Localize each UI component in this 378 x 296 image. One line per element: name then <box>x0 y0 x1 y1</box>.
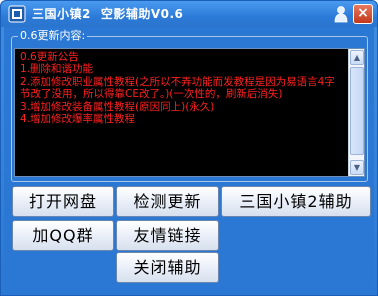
vertical-scrollbar[interactable]: ▲ ▼ <box>348 49 364 176</box>
app-subtitle: 空影辅助V0.6 <box>100 7 184 21</box>
join-qq-group-button[interactable]: 加QQ群 <box>12 220 114 251</box>
changelog-text: 0.6更新公告 1.删除和谐功能 2.添加修改职业属性教程(之所以不弄功能而发教… <box>20 51 335 126</box>
check-update-button[interactable]: 检测更新 <box>116 186 219 217</box>
client-area: 0.6更新内容: 0.6更新公告 1.删除和谐功能 2.添加修改职业属性教程(之… <box>4 27 374 294</box>
figure-icon[interactable] <box>333 5 349 23</box>
close-helper-button[interactable]: 关闭辅助 <box>116 252 219 283</box>
open-netdisk-button[interactable]: 打开网盘 <box>12 186 114 217</box>
close-button[interactable]: × <box>353 4 373 24</box>
changelog-textbox[interactable]: 0.6更新公告 1.删除和谐功能 2.添加修改职业属性教程(之所以不弄功能而发教… <box>14 48 365 177</box>
group-legend: 0.6更新内容: <box>20 29 86 42</box>
app-name: 三国小镇2 <box>32 7 91 21</box>
scroll-up-icon[interactable]: ▲ <box>350 50 364 65</box>
game-helper-button[interactable]: 三国小镇2辅助 <box>221 186 371 217</box>
friend-links-button[interactable]: 友情链接 <box>116 220 219 251</box>
title-bar[interactable]: 三国小镇2 空影辅助V0.6 × <box>1 1 377 27</box>
scroll-down-icon[interactable]: ▼ <box>350 160 364 175</box>
scroll-thumb[interactable] <box>350 67 364 155</box>
helper-window: 三国小镇2 空影辅助V0.6 × 0.6更新内容: 0.6更新公告 1.删除和谐功… <box>0 0 378 296</box>
window-title: 三国小镇2 空影辅助V0.6 <box>32 6 183 22</box>
app-icon <box>8 5 26 23</box>
